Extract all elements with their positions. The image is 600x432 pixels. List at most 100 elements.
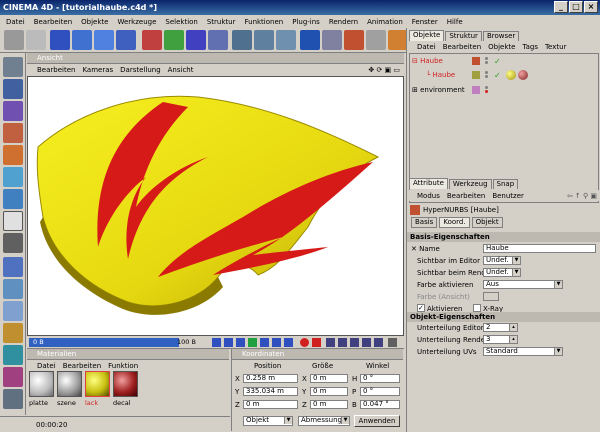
prev-frame-icon[interactable] — [236, 338, 245, 347]
om-menu-tags[interactable]: Tags — [522, 43, 538, 51]
minimize-button[interactable]: _ — [554, 1, 568, 13]
go-end-icon[interactable] — [284, 338, 293, 347]
size-z-field[interactable]: 0 m — [310, 400, 348, 409]
menu-werkzeuge[interactable]: Werkzeuge — [117, 18, 156, 26]
pos-x-field[interactable]: 0.258 m — [243, 374, 298, 383]
prev-key-icon[interactable] — [224, 338, 233, 347]
material-platte[interactable] — [29, 371, 54, 397]
key-scale-icon[interactable] — [338, 338, 347, 347]
menu-bearbeiten[interactable]: Bearbeiten — [34, 18, 72, 26]
move-icon[interactable] — [72, 30, 92, 50]
play-icon[interactable] — [248, 338, 257, 347]
menu-datei[interactable]: Datei — [6, 18, 25, 26]
attr-menu-bearbeiten[interactable]: Bearbeiten — [447, 192, 485, 200]
key-pla-icon[interactable] — [374, 338, 383, 347]
tree-item-environment[interactable]: ⊞ environment — [412, 86, 465, 94]
select-icon[interactable] — [50, 30, 70, 50]
material-szene[interactable] — [57, 371, 82, 397]
use-model-icon[interactable] — [3, 57, 23, 77]
materials-menu-funktion[interactable]: Funktion — [108, 362, 138, 370]
key-position-icon[interactable] — [326, 338, 335, 347]
maximize-button[interactable]: □ — [569, 1, 583, 13]
redo-icon[interactable] — [26, 30, 46, 50]
tab-snap[interactable]: Snap — [492, 179, 519, 189]
paint-icon[interactable] — [3, 367, 23, 387]
xray-checkbox[interactable] — [473, 304, 481, 312]
name-field[interactable]: Haube — [483, 244, 596, 253]
layer-icon[interactable] — [3, 389, 23, 409]
om-menu-textur[interactable]: Textur — [545, 43, 566, 51]
tab-werkzeug[interactable]: Werkzeug — [448, 179, 492, 189]
check-icon[interactable]: ✓ — [494, 57, 501, 66]
tab-attribute[interactable]: Attribute — [409, 178, 448, 189]
pos-z-field[interactable]: 0 m — [243, 400, 298, 409]
scale-icon[interactable] — [94, 30, 114, 50]
tree-item-haube[interactable]: ⊟ Haube — [412, 57, 443, 65]
visibility-dot-icon[interactable] — [485, 57, 488, 60]
om-menu-objekte[interactable]: Objekte — [488, 43, 515, 51]
sub-editor-field[interactable]: 2 ▴ — [483, 323, 518, 332]
viewport-menu-darstellung[interactable]: Darstellung — [120, 66, 160, 74]
close-button[interactable]: × — [584, 1, 598, 13]
record-icon[interactable] — [300, 338, 309, 347]
editor-visibility-select[interactable]: Undef. ▼ — [483, 256, 521, 265]
stepper-icon[interactable]: ▴ — [509, 324, 517, 331]
material-tag-icon[interactable] — [518, 70, 528, 80]
menu-fenster[interactable]: Fenster — [412, 18, 438, 26]
render-visibility-select[interactable]: Undef. ▼ — [483, 268, 521, 277]
tab-browser[interactable]: Browser — [482, 31, 520, 41]
tab-objekte[interactable]: Objekte — [409, 30, 445, 41]
angle-h-field[interactable]: 0 ° — [360, 374, 400, 383]
display-color-swatch[interactable] — [483, 292, 499, 301]
checker-icon[interactable] — [3, 211, 23, 231]
deformer-icon[interactable] — [344, 30, 364, 50]
sub-uv-select[interactable]: Standard ▼ — [483, 347, 563, 356]
key-param-icon[interactable] — [362, 338, 371, 347]
y-axis-icon[interactable] — [164, 30, 184, 50]
menu-selektion[interactable]: Selektion — [165, 18, 197, 26]
material-decal[interactable] — [113, 371, 138, 397]
check-icon[interactable]: ✓ — [494, 71, 501, 80]
knife-icon[interactable] — [3, 279, 23, 299]
next-key-icon[interactable] — [272, 338, 281, 347]
activate-checkbox[interactable]: ✓ — [417, 304, 425, 312]
undo-icon[interactable] — [4, 30, 24, 50]
viewport-menu-ansicht[interactable]: Ansicht — [168, 66, 194, 74]
material-tag-icon[interactable] — [506, 70, 516, 80]
brush-icon[interactable] — [3, 345, 23, 365]
scene-icon[interactable] — [366, 30, 386, 50]
visibility-dot-icon[interactable] — [485, 71, 488, 74]
key-rotation-icon[interactable] — [350, 338, 359, 347]
extrude-icon[interactable] — [3, 323, 23, 343]
size-mode-select[interactable]: Abmessung ▼ — [298, 416, 350, 426]
cube-icon[interactable] — [300, 30, 320, 50]
visibility-dot-icon[interactable] — [485, 75, 488, 78]
apply-button[interactable]: Anwenden — [354, 415, 400, 427]
points-icon[interactable] — [3, 145, 23, 165]
visibility-dot-icon[interactable] — [485, 90, 488, 93]
tweak-icon[interactable] — [3, 233, 23, 253]
go-start-icon[interactable] — [212, 338, 221, 347]
nurbs-icon[interactable] — [322, 30, 342, 50]
menu-rendern[interactable]: Rendern — [329, 18, 358, 26]
z-axis-icon[interactable] — [186, 30, 206, 50]
menu-struktur[interactable]: Struktur — [207, 18, 236, 26]
menu-funktionen[interactable]: Funktionen — [244, 18, 283, 26]
bevel-icon[interactable] — [3, 301, 23, 321]
visibility-dot-icon[interactable] — [485, 86, 488, 89]
tab-struktur[interactable]: Struktur — [445, 31, 482, 41]
x-axis-icon[interactable] — [142, 30, 162, 50]
polygons-icon[interactable] — [3, 189, 23, 209]
menu-animation[interactable]: Animation — [367, 18, 403, 26]
angle-p-field[interactable]: 0 ° — [360, 387, 400, 396]
subtab-koord[interactable]: Koord. — [439, 217, 470, 228]
visibility-dot-icon[interactable] — [485, 61, 488, 64]
attr-menu-benutzer[interactable]: Benutzer — [492, 192, 524, 200]
menu-hilfe[interactable]: Hilfe — [447, 18, 463, 26]
coord-mode-select[interactable]: Objekt ▼ — [243, 416, 293, 426]
coord-system-icon[interactable] — [208, 30, 228, 50]
subtab-objekt[interactable]: Objekt — [471, 217, 503, 228]
viewport-menu-bearbeiten[interactable]: Bearbeiten — [37, 66, 75, 74]
nav-arrows-icon[interactable]: ⇦ ↑ ⚲ ▣ — [567, 192, 597, 200]
use-axis-icon[interactable] — [3, 123, 23, 143]
